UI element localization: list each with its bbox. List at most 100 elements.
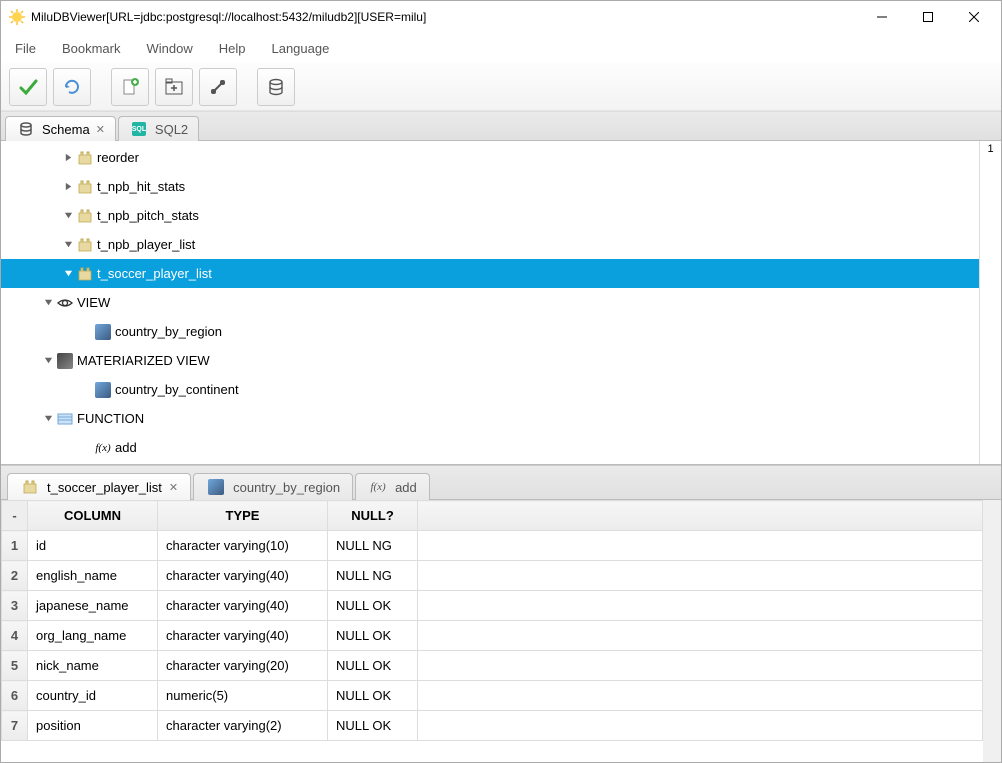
table-icon bbox=[77, 179, 93, 195]
detail-tab[interactable]: country_by_region bbox=[193, 473, 353, 500]
header-rownum[interactable]: - bbox=[2, 501, 28, 531]
tree-node[interactable]: t_soccer_player_list bbox=[1, 259, 979, 288]
expand-arrow-icon[interactable] bbox=[41, 298, 55, 307]
table-icon bbox=[77, 237, 93, 253]
table-row[interactable]: 4org_lang_namecharacter varying(40)NULL … bbox=[2, 621, 983, 651]
tree-node[interactable]: reorder bbox=[1, 143, 979, 172]
cell-spacer bbox=[418, 651, 983, 681]
app-icon bbox=[9, 9, 25, 25]
eye-icon bbox=[57, 295, 73, 311]
cell-type: numeric(5) bbox=[158, 681, 328, 711]
cell-type: character varying(40) bbox=[158, 561, 328, 591]
tree-node[interactable]: t_npb_hit_stats bbox=[1, 172, 979, 201]
tab-label: SQL2 bbox=[155, 122, 188, 137]
menu-window[interactable]: Window bbox=[146, 41, 192, 56]
close-button[interactable] bbox=[951, 2, 997, 32]
table-row[interactable]: 7positioncharacter varying(2)NULL OK bbox=[2, 711, 983, 741]
column-grid: - COLUMN TYPE NULL? 1idcharacter varying… bbox=[1, 499, 1001, 762]
cell-column: nick_name bbox=[28, 651, 158, 681]
new-document-button[interactable] bbox=[111, 68, 149, 106]
function-list-icon bbox=[57, 411, 73, 427]
cell-type: character varying(40) bbox=[158, 591, 328, 621]
database-button[interactable] bbox=[257, 68, 295, 106]
cell-null: NULL NG bbox=[328, 531, 418, 561]
tree-label: t_soccer_player_list bbox=[97, 266, 212, 281]
detail-tab[interactable]: t_soccer_player_list✕ bbox=[7, 473, 191, 500]
menu-bookmark[interactable]: Bookmark bbox=[62, 41, 121, 56]
table-row[interactable]: 3japanese_namecharacter varying(40)NULL … bbox=[2, 591, 983, 621]
cell-spacer bbox=[418, 561, 983, 591]
expand-arrow-icon[interactable] bbox=[61, 211, 75, 220]
tree-panel: reordert_npb_hit_statst_npb_pitch_statst… bbox=[1, 141, 1001, 465]
row-number: 6 bbox=[2, 681, 28, 711]
cell-spacer bbox=[418, 591, 983, 621]
table-icon bbox=[77, 208, 93, 224]
tree-counter: 1 bbox=[979, 141, 1001, 464]
tab-label: Schema bbox=[42, 122, 90, 137]
expand-arrow-icon[interactable] bbox=[61, 153, 75, 162]
row-number: 3 bbox=[2, 591, 28, 621]
table-icon bbox=[22, 479, 38, 495]
expand-arrow-icon[interactable] bbox=[61, 182, 75, 191]
row-number: 5 bbox=[2, 651, 28, 681]
connect-button[interactable] bbox=[199, 68, 237, 106]
scrollbar[interactable] bbox=[983, 500, 1001, 762]
sql-icon: SQL bbox=[131, 121, 147, 137]
tree-label: t_npb_player_list bbox=[97, 237, 195, 252]
add-tab-button[interactable] bbox=[155, 68, 193, 106]
tree-node[interactable]: f(x)add bbox=[1, 433, 979, 462]
toolbar bbox=[1, 63, 1001, 111]
function-icon: f(x) bbox=[370, 479, 386, 495]
confirm-button[interactable] bbox=[9, 68, 47, 106]
tree-label: FUNCTION bbox=[77, 411, 144, 426]
image-icon bbox=[57, 353, 73, 369]
menu-help[interactable]: Help bbox=[219, 41, 246, 56]
menu-file[interactable]: File bbox=[15, 41, 36, 56]
menu-language[interactable]: Language bbox=[271, 41, 329, 56]
tree-node[interactable]: VIEW bbox=[1, 288, 979, 317]
column-table[interactable]: - COLUMN TYPE NULL? 1idcharacter varying… bbox=[1, 500, 983, 762]
cell-type: character varying(20) bbox=[158, 651, 328, 681]
cell-column: org_lang_name bbox=[28, 621, 158, 651]
image-icon bbox=[95, 324, 111, 340]
tree-node[interactable]: FUNCTION bbox=[1, 404, 979, 433]
expand-arrow-icon[interactable] bbox=[61, 240, 75, 249]
expand-arrow-icon[interactable] bbox=[61, 269, 75, 278]
database-icon bbox=[18, 121, 34, 137]
header-null[interactable]: NULL? bbox=[328, 501, 418, 531]
cell-column: position bbox=[28, 711, 158, 741]
table-icon bbox=[77, 150, 93, 166]
close-icon[interactable]: ✕ bbox=[169, 481, 178, 494]
cell-null: NULL OK bbox=[328, 651, 418, 681]
row-number: 4 bbox=[2, 621, 28, 651]
detail-tab[interactable]: f(x)add bbox=[355, 473, 430, 500]
cell-spacer bbox=[418, 621, 983, 651]
tab-schema[interactable]: Schema ✕ bbox=[5, 116, 116, 141]
tree-node[interactable]: t_npb_player_list bbox=[1, 230, 979, 259]
cell-column: english_name bbox=[28, 561, 158, 591]
tree-node[interactable]: country_by_continent bbox=[1, 375, 979, 404]
refresh-button[interactable] bbox=[53, 68, 91, 106]
table-row[interactable]: 6country_idnumeric(5)NULL OK bbox=[2, 681, 983, 711]
tab-sql2[interactable]: SQL SQL2 bbox=[118, 116, 199, 141]
tree-label: VIEW bbox=[77, 295, 110, 310]
header-type[interactable]: TYPE bbox=[158, 501, 328, 531]
tree-label: MATERIARIZED VIEW bbox=[77, 353, 210, 368]
expand-arrow-icon[interactable] bbox=[41, 356, 55, 365]
header-column[interactable]: COLUMN bbox=[28, 501, 158, 531]
expand-arrow-icon[interactable] bbox=[41, 414, 55, 423]
table-row[interactable]: 2english_namecharacter varying(40)NULL N… bbox=[2, 561, 983, 591]
cell-spacer bbox=[418, 681, 983, 711]
table-row[interactable]: 5nick_namecharacter varying(20)NULL OK bbox=[2, 651, 983, 681]
tree-node[interactable]: t_npb_pitch_stats bbox=[1, 201, 979, 230]
window-title: MiluDBViewer[URL=jdbc:postgresql://local… bbox=[31, 10, 859, 24]
close-icon[interactable]: ✕ bbox=[96, 123, 105, 136]
object-tree[interactable]: reordert_npb_hit_statst_npb_pitch_statst… bbox=[1, 141, 979, 464]
table-row[interactable]: 1idcharacter varying(10)NULL NG bbox=[2, 531, 983, 561]
row-number: 2 bbox=[2, 561, 28, 591]
maximize-button[interactable] bbox=[905, 2, 951, 32]
tree-node[interactable]: country_by_region bbox=[1, 317, 979, 346]
cell-column: id bbox=[28, 531, 158, 561]
minimize-button[interactable] bbox=[859, 2, 905, 32]
tree-node[interactable]: MATERIARIZED VIEW bbox=[1, 346, 979, 375]
